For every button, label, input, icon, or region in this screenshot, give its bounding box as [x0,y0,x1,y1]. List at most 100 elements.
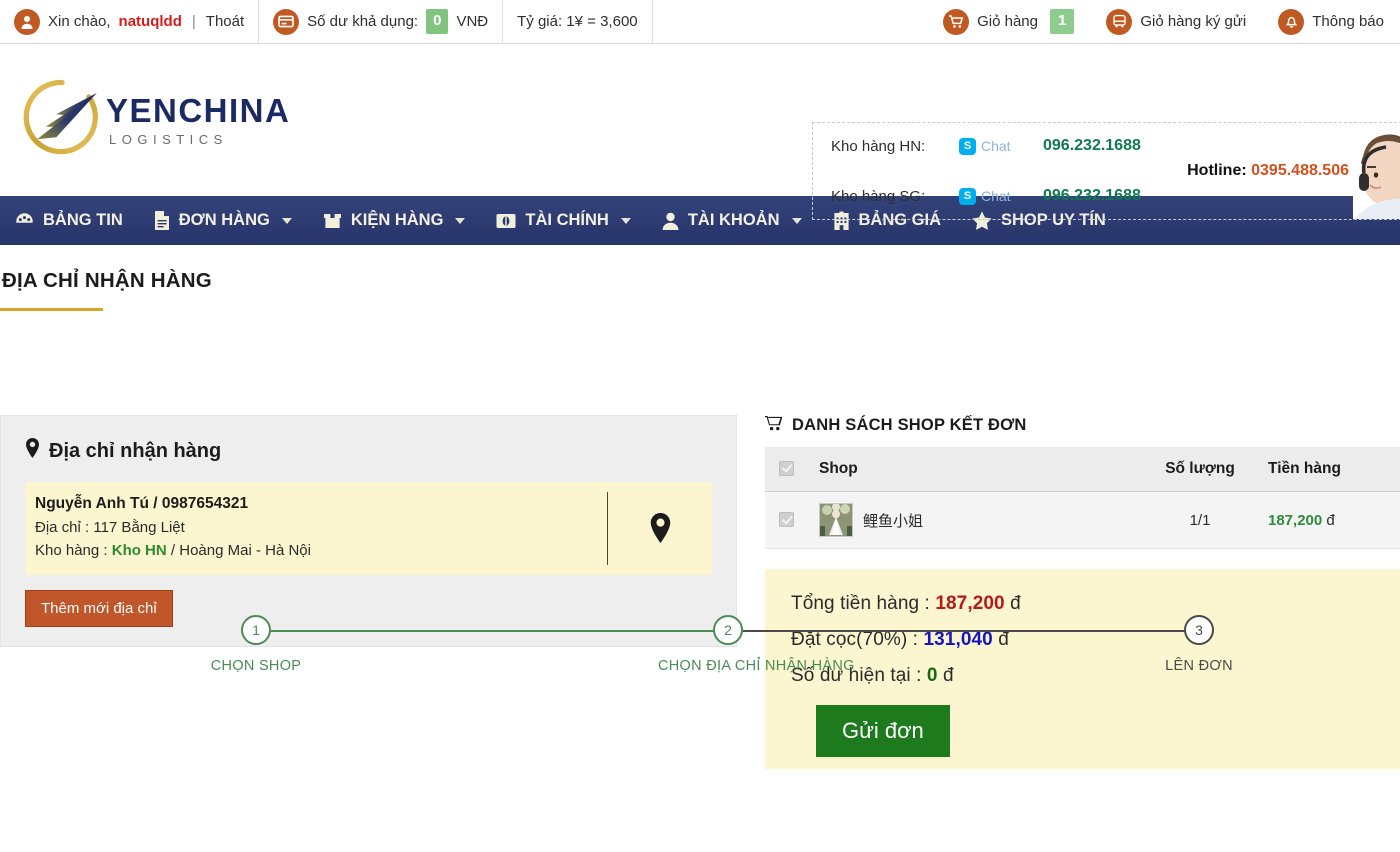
chat-label-sg: Chat [981,188,1011,204]
nav-item-bang-tin[interactable]: BẢNG TIN [14,196,139,245]
address-column: Địa chỉ nhận hàng Nguyễn Anh Tú / 098765… [0,415,737,769]
site-header: YENCHINA LOGISTICS Kho hàng HN: S Chat 0… [0,44,1400,196]
main-content: Địa chỉ nhận hàng Nguyễn Anh Tú / 098765… [0,415,1400,769]
step-label: CHỌN ĐỊA CHỈ NHẬN HÀNG [658,658,798,674]
table-row[interactable]: 鲤鱼小姐 1/1 187,200 đ [765,492,1400,549]
person-icon [661,211,680,231]
stepper-step-1[interactable]: 1 CHỌN SHOP [186,615,326,674]
shop-list-title: DANH SÁCH SHOP KẾT ĐƠN [792,416,1027,435]
map-pin-icon [649,513,672,543]
select-all-header[interactable] [765,447,811,492]
map-pin-icon [25,438,40,464]
contact-phone-sg[interactable]: 096.232.1688 [1043,187,1141,205]
logout-link[interactable]: Thoát [206,13,244,30]
hotline-label: Hotline: [1187,162,1247,179]
order-summary-panel: Tổng tiền hàng : 187,200 đ Đặt cọc(70%) … [765,569,1400,769]
nav-item-kien-hang[interactable]: KIỆN HÀNG [322,196,482,245]
topbar-right-group: Giỏ hàng 1 Giỏ hàng ký gửi Thô [927,0,1400,43]
address-name-phone: Nguyễn Anh Tú / 0987654321 [35,492,593,516]
stepper-step-2[interactable]: 2 CHỌN ĐỊA CHỈ NHẬN HÀNG [658,615,798,674]
step-circle: 2 [713,615,743,645]
skype-icon: S [959,138,976,155]
summary-total-row: Tổng tiền hàng : 187,200 đ [791,593,1400,615]
warehouse-label: Kho hàng : [35,542,112,559]
add-address-button[interactable]: Thêm mới địa chỉ [25,590,173,627]
notification-label: Thông báo [1312,13,1384,30]
address-card[interactable]: Nguyễn Anh Tú / 0987654321 Địa chỉ : 117… [25,482,712,575]
skype-chat-hn[interactable]: S Chat [959,138,1043,155]
nav-item-tai-khoan[interactable]: TÀI KHOẢN [661,196,818,245]
shop-name[interactable]: 鲤鱼小姐 [863,510,923,531]
user-circle-icon [14,9,40,35]
bus-icon [1106,9,1132,35]
row-quantity: 1/1 [1140,492,1260,549]
order-summary-column: DANH SÁCH SHOP KẾT ĐƠN Shop Số lượng Tiề… [765,415,1400,769]
exchange-rate-cell: Tỷ giá: 1¥ = 3,600 [503,0,653,43]
select-all-checkbox[interactable] [779,461,794,476]
shopping-cart-icon [765,415,783,436]
nav-item-don-hang[interactable]: ĐƠN HÀNG [153,196,308,245]
chat-label-hn: Chat [981,138,1011,154]
address-card-body: Nguyễn Anh Tú / 0987654321 Địa chỉ : 117… [25,482,607,575]
balance-value-badge: 0 [426,9,448,34]
step-circle: 1 [241,615,271,645]
greeting-text: Xin chào, [48,13,111,30]
shop-table-header-row: Shop Số lượng Tiền hàng [765,447,1400,492]
consign-cart-label: Giỏ hàng ký gửi [1140,13,1246,30]
cart-cell[interactable]: Giỏ hàng 1 [927,0,1090,43]
site-logo[interactable]: YENCHINA LOGISTICS [14,72,290,168]
exchange-rate-text: Tỷ giá: 1¥ = 3,600 [517,13,638,30]
notification-cell[interactable]: Thông báo [1262,0,1400,43]
summary-total-value: 187,200 [935,593,1004,614]
nav-label: TÀI CHÍNH [525,211,608,230]
summary-deposit-currency: đ [998,629,1009,650]
address-panel-heading: Địa chỉ nhận hàng [25,438,712,464]
row-checkbox[interactable] [779,512,794,527]
column-header-quantity: Số lượng [1140,447,1260,492]
cart-count-badge: 1 [1050,9,1074,34]
contact-row-sg: Kho hàng SG: S Chat 096.232.1688 [831,171,1141,220]
document-icon [153,210,171,231]
address-street: Địa chỉ : 117 Bằng Liệt [35,516,593,539]
skype-chat-sg[interactable]: S Chat [959,188,1043,205]
summary-deposit-label: Đặt cọc(70%) : [791,629,918,650]
address-panel-title: Địa chỉ nhận hàng [49,440,221,463]
summary-balance-currency: đ [943,665,954,686]
balance-label: Số dư khả dụng: [307,13,418,30]
address-panel: Địa chỉ nhận hàng Nguyễn Anh Tú / 098765… [0,415,737,647]
warehouse-value: Kho HN [112,542,167,559]
shop-list-table: Shop Số lượng Tiền hàng [765,447,1400,549]
contact-info-box: Kho hàng HN: S Chat 096.232.1688 Kho hàn… [812,122,1400,220]
row-select-cell[interactable] [765,492,811,549]
shop-table-body: 鲤鱼小姐 1/1 187,200 đ [765,492,1400,549]
consign-cart-cell[interactable]: Giỏ hàng ký gửi [1090,0,1262,43]
row-amount-cell: 187,200 đ [1260,492,1400,549]
user-greeting-cell: Xin chào, natuqldd | Thoát [0,0,259,43]
summary-deposit-row: Đặt cọc(70%) : 131,040 đ [791,629,1400,651]
hotline-number[interactable]: 0395.488.506 [1251,162,1349,179]
balance-cell: Số dư khả dụng: 0 VNĐ [259,0,503,43]
logo-wordmark: YENCHINA LOGISTICS [106,94,290,147]
summary-balance-value: 0 [927,665,938,686]
column-header-amount: Tiền hàng [1260,447,1400,492]
nav-label: TÀI KHOẢN [688,211,780,230]
summary-total-currency: đ [1010,593,1021,614]
dashboard-icon [14,210,35,231]
submit-order-button[interactable]: Gửi đơn [816,705,950,757]
nav-item-tai-chinh[interactable]: TÀI CHÍNH [495,196,646,245]
username-label: natuqldd [119,13,182,30]
shop-table-head: Shop Số lượng Tiền hàng [765,447,1400,492]
nav-label: KIỆN HÀNG [351,211,444,230]
box-icon [322,211,343,231]
warehouse-rest: / Hoàng Mai - Hà Nội [167,542,311,559]
address-card-pin[interactable] [608,482,712,575]
contact-phone-hn[interactable]: 096.232.1688 [1043,137,1141,155]
contact-label-hn: Kho hàng HN: [831,138,959,155]
stepper-step-3[interactable]: 3 LÊN ĐƠN [1129,615,1269,674]
contact-row-hn: Kho hàng HN: S Chat 096.232.1688 [831,122,1141,171]
support-agent-photo [1353,123,1400,220]
progress-stepper: 1 CHỌN SHOP 2 CHỌN ĐỊA CHỈ NHẬN HÀNG 3 L… [0,297,1400,407]
topbar-spacer [653,0,927,43]
column-header-shop: Shop [811,447,1140,492]
money-icon [495,212,517,230]
